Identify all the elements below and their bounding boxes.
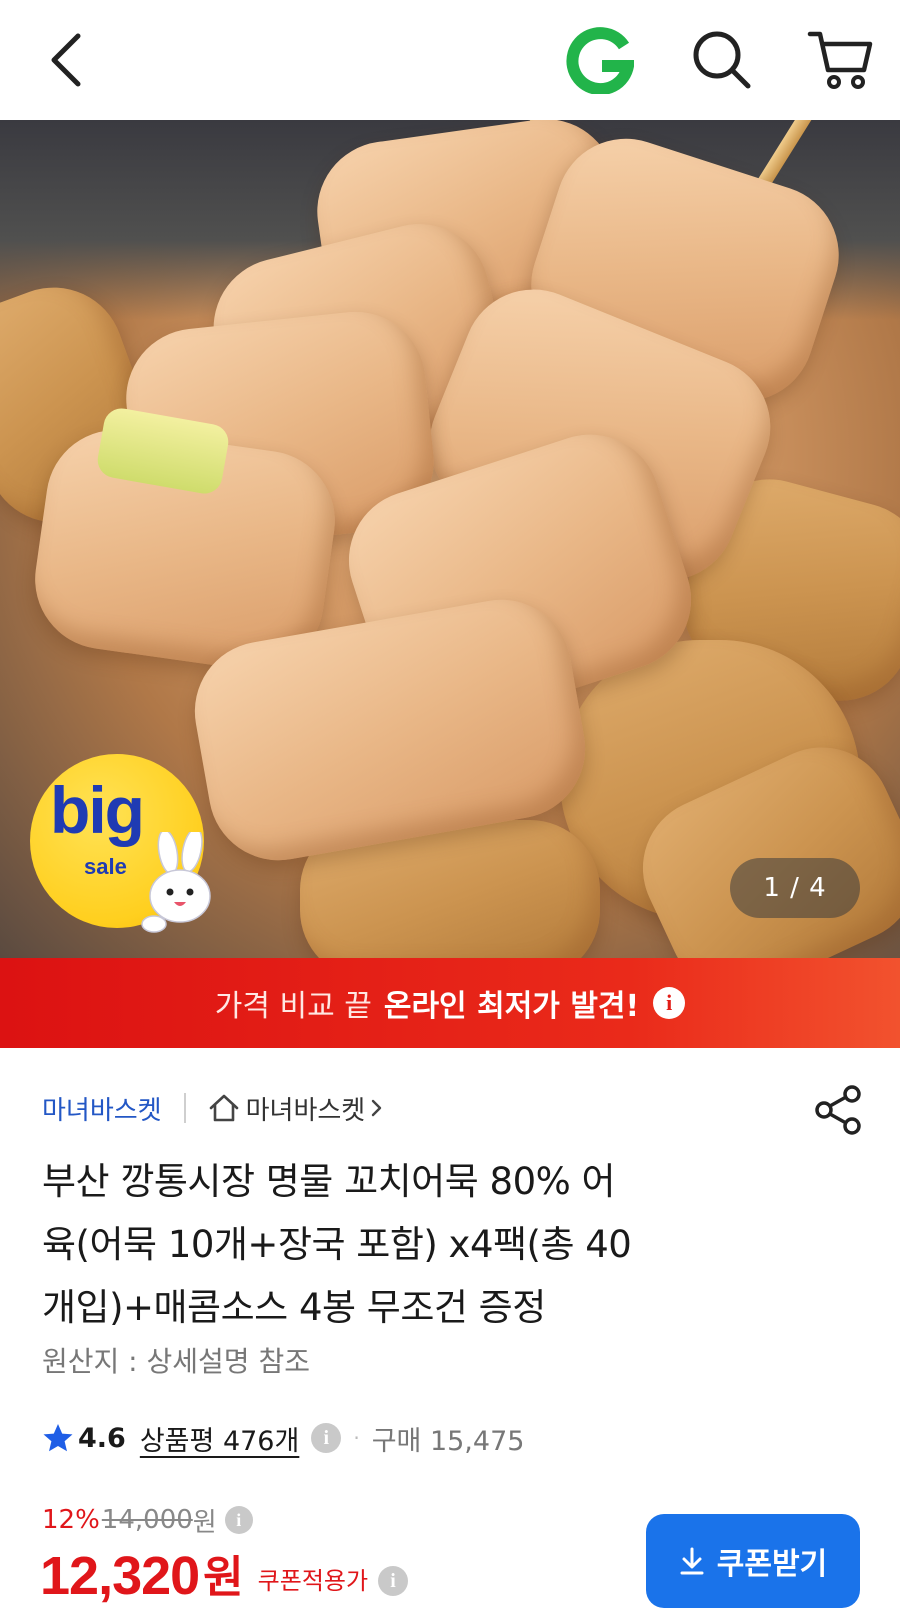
purchase-count: 구매 15,475 (371, 1425, 525, 1457)
cart-icon (807, 31, 873, 89)
origin-text: 원산지 : 상세설명 참조 (42, 1345, 310, 1378)
cart-button[interactable] (806, 26, 876, 92)
shop-link-label: 마녀바스켓 (245, 1095, 366, 1126)
get-coupon-button[interactable]: 쿠폰받기 (646, 1514, 860, 1608)
chevron-left-icon (51, 33, 81, 87)
share-icon (815, 1085, 861, 1135)
coupon-applied-label: 쿠폰적용가 (257, 1567, 369, 1595)
divider (183, 1093, 186, 1123)
download-icon (680, 1547, 704, 1575)
product-title-line: 육(어묵 10개+장국 포함) x4팩(총 40 (42, 1223, 632, 1266)
back-button[interactable] (36, 28, 96, 92)
info-icon[interactable]: i (653, 987, 686, 1019)
product-title-line: 개입)+매콤소스 4봉 무조건 증정 (42, 1286, 546, 1329)
final-price-row: 12,320 원 쿠폰적용가 i (40, 1540, 409, 1606)
discount-row: 12% 14,000 원 i (42, 1502, 253, 1538)
image-pager-indicator: 1 / 4 (730, 858, 860, 918)
chevron-right-icon (372, 1099, 382, 1117)
rating-value: 4.6 (78, 1422, 126, 1454)
big-sale-badge: big sale (30, 754, 211, 933)
bunny-mascot-icon (141, 832, 211, 933)
info-icon[interactable]: i (378, 1566, 409, 1596)
product-title: 부산 깡통시장 명물 꼬치어묵 80% 어 육(어묵 10개+장국 포함) x4… (42, 1150, 842, 1339)
review-count-link[interactable]: 상품평 476개 (140, 1419, 299, 1458)
original-price-unit: 원 (192, 1507, 217, 1538)
shop-link[interactable]: 마녀바스켓 (208, 1090, 392, 1127)
badge-sale-text: sale (84, 854, 127, 879)
final-price: 12,320 (40, 1546, 200, 1606)
product-title-line: 부산 깡통시장 명물 꼬치어묵 80% 어 (42, 1160, 616, 1203)
banner-highlight-text: 온라인 최저가 발견! (383, 989, 640, 1024)
share-button[interactable] (814, 1084, 864, 1136)
search-icon (693, 31, 751, 89)
lowest-price-banner[interactable]: 가격 비교 끝 온라인 최저가 발견! i (0, 958, 900, 1048)
discount-rate: 12% (42, 1505, 100, 1535)
seller-row: 마녀바스켓 마녀바스켓 (42, 1086, 391, 1130)
product-image-carousel[interactable]: big sale 1 / 4 (0, 120, 900, 958)
search-button[interactable] (688, 26, 754, 92)
info-icon[interactable]: i (311, 1423, 342, 1453)
g-logo-icon (566, 27, 636, 96)
gmarket-logo[interactable] (566, 26, 636, 96)
top-app-bar (0, 0, 900, 120)
original-price: 14,000 (101, 1505, 193, 1535)
final-price-unit: 원 (203, 1552, 244, 1603)
home-icon (209, 1094, 238, 1122)
star-icon (43, 1424, 73, 1452)
rating-row: 4.6 상품평 476개 i · 구매 15,475 (42, 1416, 524, 1460)
banner-text: 가격 비교 끝 (214, 989, 372, 1024)
get-coupon-label: 쿠폰받기 (716, 1547, 828, 1582)
info-icon[interactable]: i (224, 1506, 253, 1534)
seller-name-link[interactable]: 마녀바스켓 (42, 1090, 162, 1127)
badge-big-text: big (50, 773, 145, 847)
dot-separator: · (353, 1426, 360, 1450)
